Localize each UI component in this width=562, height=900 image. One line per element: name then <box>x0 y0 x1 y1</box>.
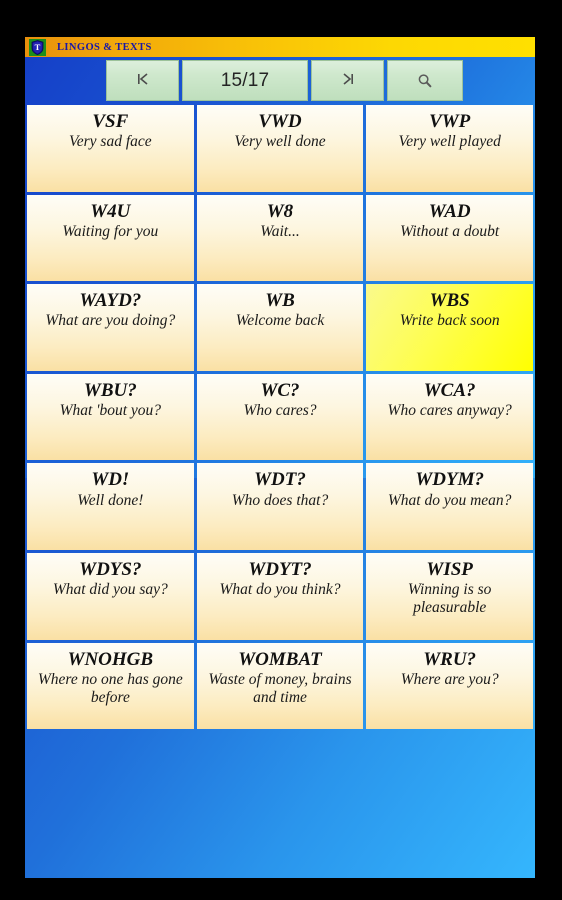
lingo-card[interactable]: VWD Very well done <box>196 105 364 192</box>
first-page-icon <box>135 71 151 91</box>
lingo-card-abbreviation: WDYS? <box>79 558 142 580</box>
lingo-card[interactable]: VWP Very well played <box>366 105 533 192</box>
app-title: LINGOS & TEXTS <box>57 41 152 53</box>
navigation-toolbar: 15/17 <box>25 60 535 102</box>
page-indicator-button[interactable]: 15/17 <box>182 60 308 101</box>
lingo-card[interactable]: WBU? What 'bout you? <box>27 373 194 461</box>
screen: T LINGOS & TEXTS 15/17 VSF Very sad face… <box>0 0 562 900</box>
lingo-card[interactable]: WDYS? What did you say? <box>27 552 194 640</box>
lingo-card-meaning: Write back soon <box>399 312 500 330</box>
lingo-card-abbreviation: WRU? <box>423 648 477 670</box>
lingo-card[interactable]: WB Welcome back <box>196 284 364 371</box>
lingo-card-abbreviation: WBS <box>429 290 470 312</box>
lingo-card[interactable]: WDYT? What do you think? <box>196 552 364 640</box>
lingo-card-abbreviation: WDYT? <box>248 558 312 580</box>
lingo-card-abbreviation: VWD <box>258 111 302 132</box>
lingo-card-abbreviation: WDYM? <box>415 469 484 491</box>
lingo-card-abbreviation: W8 <box>266 200 294 222</box>
lingo-card-abbreviation: WCA? <box>423 379 476 401</box>
lingo-card-abbreviation: WOMBAT <box>238 648 322 670</box>
lingo-card[interactable]: VSF Very sad face <box>27 105 194 192</box>
lingo-card[interactable]: WNOHGB Where no one has gone before <box>27 642 194 730</box>
lingo-card-meaning: Waste of money, brains and time <box>208 670 352 706</box>
lingo-card-grid: VSF Very sad face VWD Very well done VWP Very… <box>27 105 533 730</box>
lingo-card-meaning: What do you mean? <box>387 491 512 509</box>
lingo-card[interactable]: WRU? Where are you? <box>366 642 533 730</box>
lingo-card-abbreviation: WISP <box>426 558 473 580</box>
lingo-card-meaning: Without a doubt <box>400 222 500 240</box>
lingo-card[interactable]: W8 Wait... <box>196 194 364 282</box>
lingo-card-abbreviation: WBU? <box>83 379 137 401</box>
lingo-card-abbreviation: VSF <box>92 111 129 132</box>
lingo-card-meaning: What 'bout you? <box>59 402 162 420</box>
lingo-card-meaning: Who cares? <box>243 402 317 420</box>
lingo-card-meaning: Well done! <box>77 491 144 509</box>
lingo-card[interactable]: WD! Well done! <box>27 463 194 550</box>
lingo-card-meaning: Who does that? <box>231 491 329 509</box>
lingo-card-meaning: Where no one has gone before <box>37 670 183 706</box>
page-indicator-label: 15/17 <box>220 69 270 91</box>
lingo-card[interactable]: WDYM? What do you mean? <box>366 463 533 550</box>
search-icon <box>416 72 434 90</box>
lingo-card-abbreviation: WDT? <box>254 469 306 491</box>
lingo-card-meaning: Very well played <box>398 133 501 151</box>
lingo-card-meaning: Who cares anyway? <box>387 402 512 420</box>
lingo-card-meaning: Wait... <box>260 222 300 240</box>
title-bar: T LINGOS & TEXTS <box>25 37 535 57</box>
lingo-card-abbreviation: WAYD? <box>79 290 142 312</box>
first-page-button[interactable] <box>106 60 179 101</box>
lingo-card-abbreviation: WAD <box>428 200 471 222</box>
lingo-card-meaning: Winning is so pleasurable <box>407 581 492 617</box>
lingo-card-meaning: Very sad face <box>69 133 152 151</box>
lingo-card-abbreviation: WNOHGB <box>67 648 154 670</box>
lingo-card[interactable]: WBS Write back soon <box>366 284 533 371</box>
lingo-card-meaning: Very well done <box>234 133 326 151</box>
lingo-card-abbreviation: WC? <box>260 379 300 401</box>
shield-badge-icon: T <box>29 38 46 56</box>
lingo-card-meaning: Where are you? <box>400 670 499 688</box>
lingo-card-meaning: What are you doing? <box>45 312 176 330</box>
lingo-card-meaning: Welcome back <box>235 312 325 330</box>
lingo-card[interactable]: WAD Without a doubt <box>366 194 533 282</box>
svg-text:T: T <box>35 42 41 52</box>
lingo-card[interactable]: W4U Waiting for you <box>27 194 194 282</box>
lingo-card-abbreviation: WD! <box>91 469 130 491</box>
lingo-card[interactable]: WCA? Who cares anyway? <box>366 373 533 461</box>
lingo-card[interactable]: WDT? Who does that? <box>196 463 364 550</box>
search-button[interactable] <box>387 60 463 101</box>
lingo-card[interactable]: WAYD? What are you doing? <box>27 284 194 371</box>
lingo-card[interactable]: WC? Who cares? <box>196 373 364 461</box>
lingo-card[interactable]: WISP Winning is so pleasurable <box>366 552 533 640</box>
lingo-card-abbreviation: WB <box>265 290 295 312</box>
lingo-card-meaning: Waiting for you <box>62 222 159 240</box>
lingo-card-meaning: What do you think? <box>219 581 341 599</box>
lingo-card-abbreviation: VWP <box>429 111 471 132</box>
lingo-card[interactable]: WOMBAT Waste of money, brains and time <box>196 642 364 730</box>
last-page-icon <box>340 71 356 91</box>
lingo-card-abbreviation: W4U <box>90 200 131 222</box>
lingo-card-meaning: What did you say? <box>52 581 168 599</box>
last-page-button[interactable] <box>311 60 384 101</box>
